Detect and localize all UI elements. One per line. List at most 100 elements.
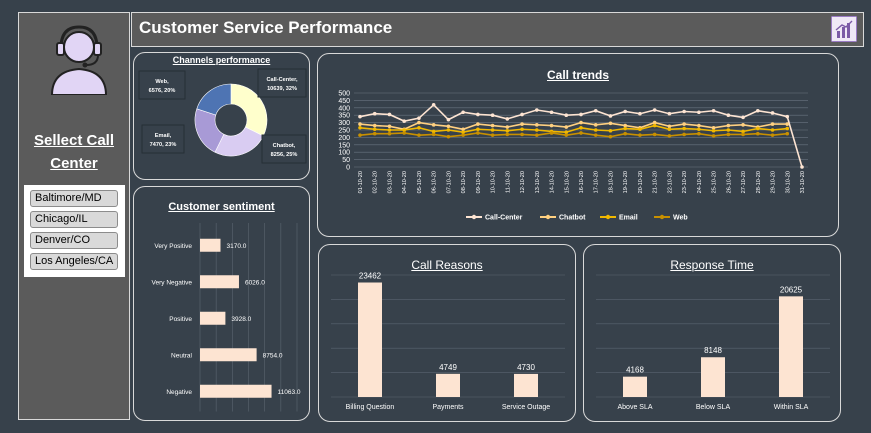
trend-point-call-center xyxy=(387,112,392,117)
trend-point-web xyxy=(652,132,657,137)
trend-point-chatbot xyxy=(387,124,392,129)
legend-marker-call-center xyxy=(471,214,477,220)
trend-point-chatbot xyxy=(682,122,686,126)
trend-point-web xyxy=(756,131,760,136)
slicer-item-los-angeles[interactable]: Los Angeles/CA xyxy=(30,253,118,270)
call-center-slicer: Baltimore/MD Chicago/IL Denver/CO Los An… xyxy=(24,185,125,277)
trend-xtick-19: 20-10-20 xyxy=(638,171,644,193)
channels-panel: Channels performance Call-Center, 10639, … xyxy=(133,52,310,180)
trend-xtick-21: 22-10-20 xyxy=(667,171,673,193)
trend-xtick-22: 23-10-20 xyxy=(682,171,688,193)
trend-xtick-14: 15-10-20 xyxy=(564,171,570,193)
legend-marker-chatbot xyxy=(545,214,551,220)
trend-point-web xyxy=(623,131,627,136)
slicer-item-denver[interactable]: Denver/CO xyxy=(30,232,118,249)
trend-xtick-17: 18-10-20 xyxy=(608,171,614,193)
trend-point-web xyxy=(372,131,377,136)
trend-xtick-25: 26-10-20 xyxy=(726,171,732,193)
trend-point-call-center xyxy=(461,110,465,115)
response-value-2: 20625 xyxy=(780,285,803,294)
trend-point-web xyxy=(490,133,495,137)
trend-xtick-5: 06-10-20 xyxy=(432,171,438,193)
trend-point-email xyxy=(726,128,731,132)
trend-xtick-27: 28-10-20 xyxy=(756,171,762,193)
trend-point-web xyxy=(697,131,701,136)
trend-point-email xyxy=(682,126,686,131)
legend-marker-web xyxy=(659,214,665,220)
trend-xtick-4: 05-10-20 xyxy=(417,171,423,193)
response-category-2: Within SLA xyxy=(774,404,809,411)
sentiment-bar-chart: Very Positive 3170.0 Very Negative 6026.0 Po… xyxy=(152,223,301,412)
trend-point-call-center xyxy=(593,108,598,113)
reasons-value-2: 4730 xyxy=(517,363,535,372)
trend-point-call-center xyxy=(697,110,701,115)
trend-point-chatbot xyxy=(358,122,362,126)
slicer-item-chicago[interactable]: Chicago/IL xyxy=(30,211,118,228)
trend-point-email xyxy=(387,128,392,132)
trend-point-email xyxy=(638,127,642,132)
channel-label-box xyxy=(261,134,307,164)
trend-ytick-500: 500 xyxy=(338,91,350,98)
trend-xtick-6: 07-10-20 xyxy=(446,171,452,193)
trend-point-call-center xyxy=(417,116,421,120)
trend-point-web xyxy=(446,134,451,139)
trend-point-web xyxy=(431,132,436,137)
sentiment-value-0: 3170.0 xyxy=(226,243,246,250)
trend-point-web xyxy=(476,131,480,135)
trend-point-call-center xyxy=(711,108,716,113)
trend-point-web xyxy=(608,134,613,139)
trend-point-web xyxy=(402,131,406,135)
trend-point-call-center xyxy=(800,165,804,169)
reasons-value-1: 4749 xyxy=(439,363,457,372)
sidebar-title-line2: Center xyxy=(50,155,98,172)
trend-xtick-12: 13-10-20 xyxy=(535,171,541,193)
reasons-value-0: 23462 xyxy=(359,272,382,281)
trend-point-chatbot xyxy=(785,122,790,126)
trend-point-email xyxy=(358,125,362,130)
channel-label-box xyxy=(257,68,307,98)
trend-point-email xyxy=(593,128,598,132)
response-value-0: 4168 xyxy=(626,366,644,375)
trend-point-chatbot xyxy=(372,123,377,128)
trend-point-chatbot xyxy=(520,122,524,126)
trend-point-call-center xyxy=(372,111,377,116)
trend-point-web xyxy=(535,133,539,137)
trend-point-chatbot xyxy=(726,123,731,128)
trend-point-web xyxy=(520,132,524,137)
sentiment-label-2: Positive xyxy=(169,316,192,323)
trend-xtick-11: 12-10-20 xyxy=(520,171,526,193)
reasons-bar-chart: 23462 Billing Question 4749 Payments 4730 Ser… xyxy=(331,272,565,411)
trend-xtick-7: 08-10-20 xyxy=(461,171,467,193)
trend-ytick-300: 300 xyxy=(338,120,350,127)
trend-xtick-24: 25-10-20 xyxy=(712,171,718,193)
trend-point-email xyxy=(490,128,495,132)
trend-point-web xyxy=(593,133,598,137)
trend-point-web xyxy=(579,131,583,135)
trend-point-email xyxy=(652,123,657,128)
sentiment-label-0: Very Positive xyxy=(154,243,192,250)
trend-point-chatbot xyxy=(446,124,451,129)
trend-point-chatbot xyxy=(505,125,510,129)
trend-xtick-20: 21-10-20 xyxy=(653,171,659,193)
sentiment-bar-1 xyxy=(200,275,239,289)
trend-point-email xyxy=(667,127,672,132)
trend-xtick-16: 17-10-20 xyxy=(594,171,600,193)
slicer-item-baltimore[interactable]: Baltimore/MD xyxy=(30,190,118,207)
sentiment-value-1: 6026.0 xyxy=(245,279,265,286)
trend-point-web xyxy=(726,132,731,137)
legend-marker-email xyxy=(605,214,611,220)
trend-xtick-30: 31-10-20 xyxy=(800,171,806,193)
trend-xtick-10: 11-10-20 xyxy=(505,171,511,193)
trend-point-web xyxy=(549,131,554,135)
trend-point-web xyxy=(785,131,790,136)
bar-chart-icon[interactable] xyxy=(831,16,857,42)
trend-point-chatbot xyxy=(741,123,745,127)
trend-point-call-center xyxy=(638,111,642,116)
trends-line-chart: 050100150200250300350400450500 01-10-20 02… xyxy=(338,91,808,222)
trend-point-email xyxy=(535,128,539,132)
reasons-category-2: Service Outage xyxy=(502,404,550,411)
trend-ytick-200: 200 xyxy=(338,135,350,142)
trend-point-call-center xyxy=(549,110,554,115)
trend-point-chatbot xyxy=(490,123,495,128)
trend-point-chatbot xyxy=(579,120,583,125)
